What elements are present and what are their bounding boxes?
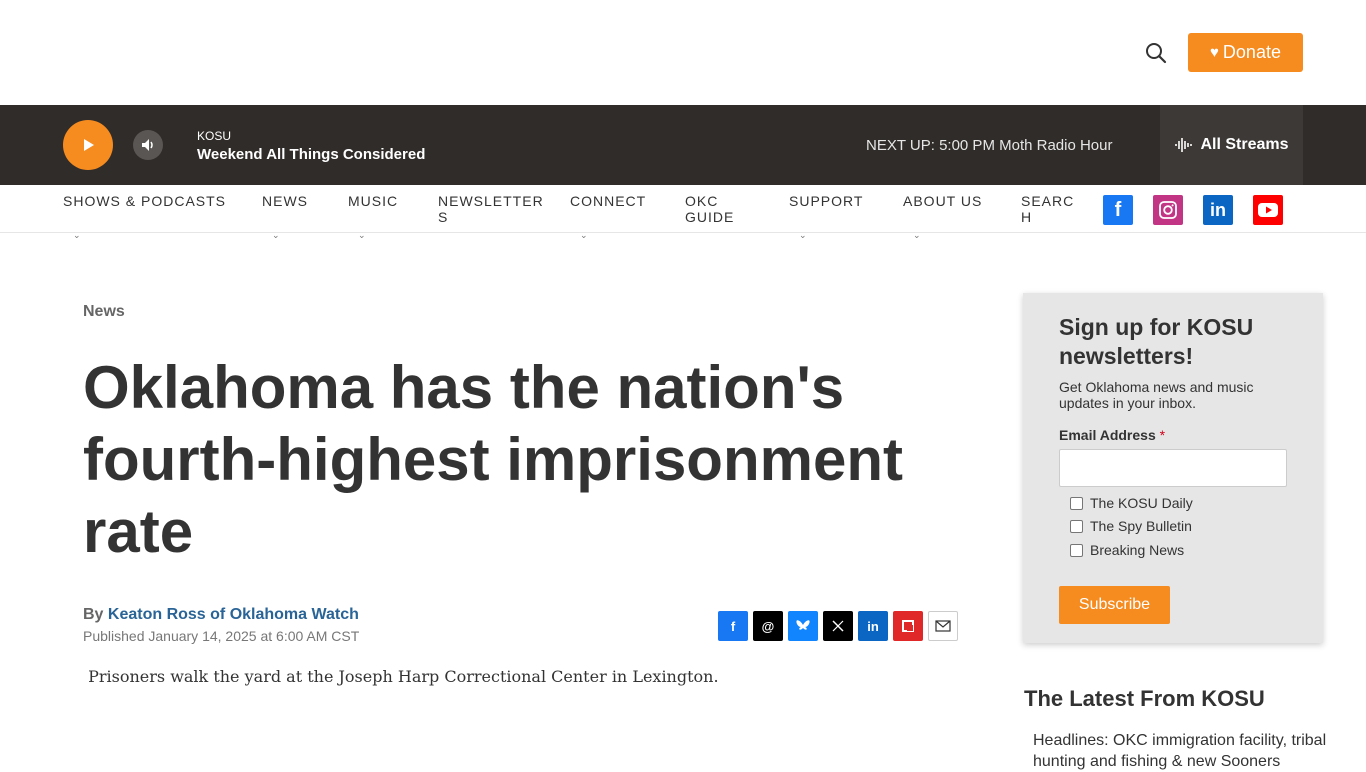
nav-item-about-us[interactable]: ABOUT US ⌄ <box>903 193 998 240</box>
nav-item-label: ABOUT US <box>903 193 983 209</box>
subscribe-button[interactable]: Subscribe <box>1059 586 1170 624</box>
nav-item-support[interactable]: SUPPORT ⌄ <box>789 193 879 240</box>
play-button[interactable] <box>63 120 113 170</box>
newsletter-signup-box: Sign up for KOSU newsletters! Get Oklaho… <box>1023 293 1323 643</box>
byline: By Keaton Ross of Oklahoma Watch <box>83 606 359 624</box>
image-alt-text: Prisoners walk the yard at the Joseph Ha… <box>88 667 719 686</box>
donate-label: Donate <box>1222 42 1281 62</box>
email-label-text: Email Address <box>1059 427 1156 443</box>
nav-item-label: SEARC H <box>1021 193 1075 225</box>
nav-item-connect[interactable]: CONNECT ⌄ <box>570 193 655 240</box>
program-title: Weekend All Things Considered <box>197 146 426 163</box>
search-button[interactable] <box>1143 40 1169 66</box>
share-bluesky-icon[interactable] <box>788 611 818 641</box>
newsletter-description: Get Oklahoma news and music updates in y… <box>1059 379 1254 411</box>
chevron-down-icon: ⌄ <box>73 230 82 240</box>
nav-item-label: SHOWS & PODCASTS <box>63 193 227 209</box>
youtube-icon[interactable] <box>1253 195 1283 225</box>
share-flipboard-icon[interactable] <box>893 611 923 641</box>
option-label: The Spy Bulletin <box>1090 518 1192 534</box>
share-facebook-icon[interactable]: f <box>718 611 748 641</box>
author-link[interactable]: Keaton Ross of Oklahoma Watch <box>108 606 359 623</box>
chevron-down-icon: ⌄ <box>272 230 281 240</box>
published-date: Published January 14, 2025 at 6:00 AM CS… <box>83 628 360 644</box>
nav-item-label: MUSIC <box>348 193 399 209</box>
newsletter-option-kosu-daily[interactable]: The KOSU Daily <box>1070 495 1193 511</box>
site-header: ♥ Donate <box>0 0 1366 105</box>
newsletter-title: Sign up for KOSU newsletters! <box>1059 314 1254 369</box>
all-streams-label: All Streams <box>1200 136 1289 153</box>
email-label: Email Address * <box>1059 427 1165 443</box>
share-x-icon[interactable] <box>823 611 853 641</box>
option-label: Breaking News <box>1090 542 1185 558</box>
article-image: Prisoners walk the yard at the Joseph Ha… <box>83 667 719 686</box>
nav-item-label: CONNECT <box>570 193 647 209</box>
nav-item-music[interactable]: MUSIC ⌄ <box>348 193 408 240</box>
latest-item-link[interactable]: Headlines: OKC immigration facility, tri… <box>1033 730 1333 772</box>
latest-section-title: The Latest From KOSU <box>1024 686 1265 711</box>
nav-item-label: SUPPORT <box>789 193 864 209</box>
volume-icon <box>142 139 153 151</box>
byline-prefix: By <box>83 606 104 623</box>
live-player-bar: KOSU Weekend All Things Considered NEXT … <box>0 105 1366 185</box>
email-field[interactable] <box>1059 449 1287 487</box>
nav-item-label: NEWSLETTER S <box>438 193 544 225</box>
article-category-link[interactable]: News <box>83 303 125 321</box>
next-up-text: NEXT UP: 5:00 PM Moth Radio Hour <box>866 137 1113 154</box>
checkbox[interactable] <box>1070 543 1083 557</box>
station-name: KOSU <box>197 129 232 143</box>
volume-button[interactable] <box>133 130 163 160</box>
share-threads-icon[interactable]: @ <box>753 611 783 641</box>
play-icon <box>84 139 94 151</box>
nav-item-newsletters[interactable]: NEWSLETTER S <box>438 193 546 225</box>
instagram-icon[interactable] <box>1153 195 1183 225</box>
newsletter-option-spy-bulletin[interactable]: The Spy Bulletin <box>1070 518 1192 534</box>
share-buttons: f @ in <box>718 611 958 641</box>
share-email-icon[interactable] <box>928 611 958 641</box>
option-label: The KOSU Daily <box>1090 495 1193 511</box>
all-streams-button[interactable]: All Streams <box>1160 105 1303 185</box>
nav-item-label: NEWS <box>262 193 308 209</box>
checkbox[interactable] <box>1070 519 1083 533</box>
required-mark: * <box>1159 427 1166 443</box>
heart-icon: ♥ <box>1210 44 1219 61</box>
nav-item-news[interactable]: NEWS ⌄ <box>262 193 322 240</box>
chevron-down-icon: ⌄ <box>580 230 589 240</box>
nav-item-search[interactable]: SEARC H <box>1021 193 1081 225</box>
checkbox[interactable] <box>1070 496 1083 510</box>
audio-wave-icon <box>1175 138 1193 152</box>
search-icon <box>1146 43 1167 64</box>
facebook-icon[interactable]: f <box>1103 195 1133 225</box>
nav-item-label: OKC GUIDE <box>685 193 735 225</box>
chevron-down-icon: ⌄ <box>913 230 922 240</box>
newsletter-option-breaking-news[interactable]: Breaking News <box>1070 542 1184 558</box>
chevron-down-icon: ⌄ <box>799 230 808 240</box>
nav-item-okc-guide[interactable]: OKC GUIDE <box>685 193 735 225</box>
article-headline: Oklahoma has the nation's fourth-highest… <box>83 354 903 565</box>
linkedin-icon[interactable]: in <box>1203 195 1233 225</box>
chevron-down-icon: ⌄ <box>358 230 367 240</box>
share-linkedin-icon[interactable]: in <box>858 611 888 641</box>
main-nav: SHOWS & PODCASTS ⌄ NEWS ⌄ MUSIC ⌄ NEWSLE… <box>0 185 1366 240</box>
donate-button[interactable]: ♥ Donate <box>1188 33 1303 72</box>
nav-item-shows-podcasts[interactable]: SHOWS & PODCASTS ⌄ <box>63 193 233 240</box>
